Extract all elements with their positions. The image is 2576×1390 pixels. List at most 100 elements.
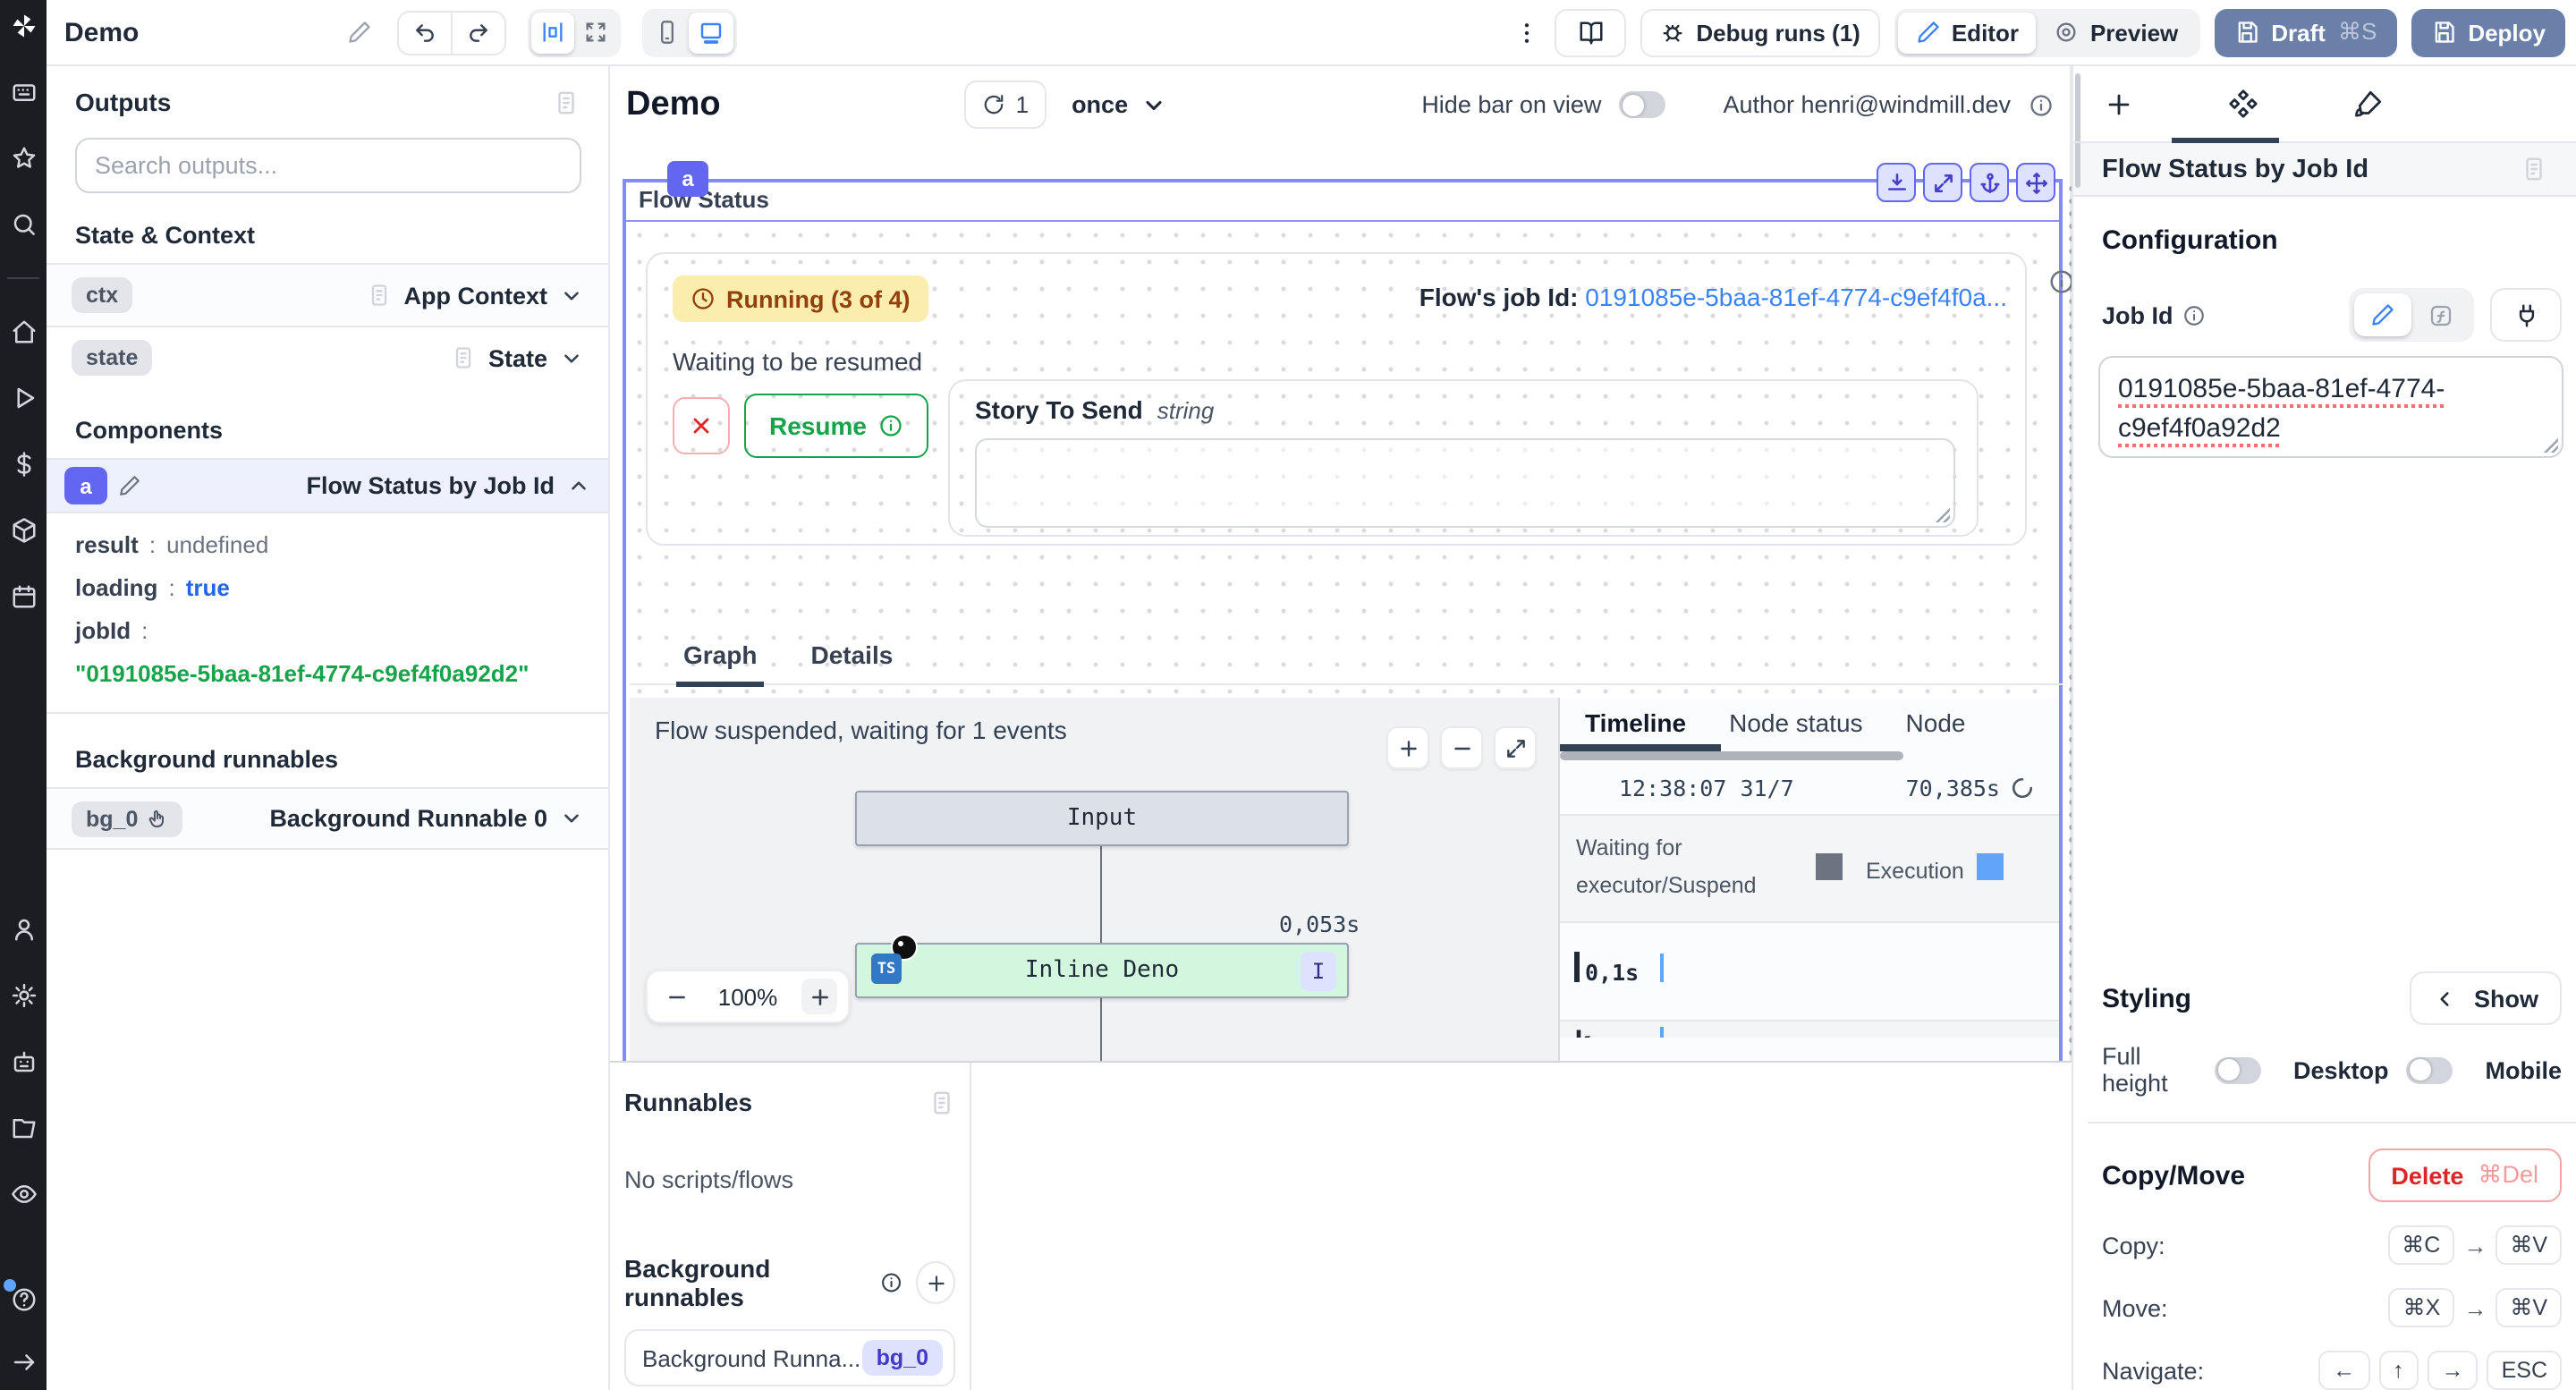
search-icon[interactable]: [10, 211, 37, 238]
zoom-minus-button[interactable]: [658, 979, 694, 1014]
user-icon[interactable]: [10, 916, 37, 943]
runs-play-icon[interactable]: [10, 385, 37, 411]
state-row[interactable]: state State: [47, 326, 608, 388]
schedule-dropdown[interactable]: once: [1072, 91, 1165, 118]
expand-layout-button[interactable]: [573, 12, 616, 53]
apps-icon[interactable]: [10, 79, 37, 106]
rename-pencil-icon[interactable]: [118, 474, 141, 497]
full-height-toggle[interactable]: [2215, 1056, 2261, 1083]
job-id-input[interactable]: 0191085e-5baa-81ef-4774- c9ef4f0a92d2: [2098, 356, 2563, 458]
tab-details[interactable]: Details: [807, 630, 896, 683]
styling-title: Styling: [2102, 983, 2191, 1013]
desktop-view-button[interactable]: [688, 12, 733, 53]
expand-component-icon[interactable]: [1923, 163, 1962, 202]
show-styling-button[interactable]: Show: [2410, 971, 2562, 1025]
panel-doc-icon[interactable]: [2521, 156, 2547, 182]
chevron-down-icon[interactable]: [560, 807, 583, 830]
zoom-in-button[interactable]: [1386, 726, 1429, 769]
component-settings-tab[interactable]: [2216, 88, 2270, 120]
resize-grip-icon[interactable]: [1936, 508, 1950, 522]
mobile-view-button[interactable]: [645, 12, 688, 53]
deploy-button[interactable]: Deploy: [2411, 8, 2565, 56]
tab-node-status[interactable]: Node status: [1729, 708, 1862, 750]
function-mode-icon[interactable]: [2411, 293, 2469, 336]
search-outputs-input[interactable]: [75, 138, 581, 193]
component-id-tag[interactable]: a: [667, 161, 708, 197]
flow-job-id-link[interactable]: 0191085e-5baa-81ef-4774-c9ef4f0a...: [1585, 283, 2007, 311]
workers-icon[interactable]: [10, 1048, 37, 1075]
cancel-button[interactable]: [673, 397, 730, 454]
audit-eye-icon[interactable]: [10, 1181, 37, 1208]
kbd-cmd-v: ⌘V: [2496, 1225, 2562, 1265]
redo-button[interactable]: [450, 12, 504, 53]
tab-node-definition[interactable]: Node: [1906, 708, 1966, 750]
docs-book-button[interactable]: [1555, 8, 1626, 56]
resume-button[interactable]: Resume: [744, 394, 929, 458]
story-textarea[interactable]: [975, 438, 1955, 528]
draft-button[interactable]: Draft ⌘S: [2214, 8, 2396, 56]
anchor-icon[interactable]: [1970, 163, 2009, 202]
folders-icon[interactable]: [10, 1115, 37, 1141]
preview-label: Preview: [2090, 19, 2178, 46]
chevron-down-icon[interactable]: [560, 284, 583, 307]
clock-icon: [691, 286, 716, 311]
help-icon[interactable]: [10, 1286, 37, 1313]
info-icon[interactable]: [879, 1270, 902, 1295]
add-background-runnable-button[interactable]: [917, 1261, 955, 1304]
preview-tab[interactable]: Preview: [2037, 12, 2196, 53]
chevron-down-icon[interactable]: [560, 346, 583, 369]
horizontal-scrollbar[interactable]: [1560, 751, 1903, 760]
ctx-doc-icon: [367, 283, 392, 308]
move-icon[interactable]: [2016, 163, 2055, 202]
undo-button[interactable]: [398, 12, 450, 53]
graph-node-input[interactable]: Input: [855, 791, 1349, 846]
windmill-logo[interactable]: [10, 13, 37, 39]
kbd-arrow-up: ↑: [2378, 1351, 2419, 1390]
resources-cube-icon[interactable]: [10, 517, 37, 544]
node-duration-label: 0,053s: [1279, 911, 1360, 937]
hide-bar-toggle[interactable]: [1619, 91, 1665, 118]
home-icon[interactable]: [10, 318, 37, 345]
styling-tab[interactable]: [2342, 88, 2395, 120]
edit-title-pencil-icon[interactable]: [346, 20, 371, 45]
zoom-out-button[interactable]: [1440, 726, 1483, 769]
panel-doc-icon[interactable]: [553, 89, 580, 115]
settings-panel: Flow Status by Job Id Configuration Job …: [2072, 66, 2576, 1390]
pull-down-icon[interactable]: [1877, 163, 1916, 202]
tab-graph[interactable]: Graph: [680, 630, 760, 683]
refresh-count-box[interactable]: 1: [964, 81, 1046, 129]
ctx-row[interactable]: ctx App Context: [47, 263, 608, 326]
editor-tab[interactable]: Editor: [1898, 12, 2037, 53]
configuration-title: Configuration: [2102, 225, 2547, 256]
resize-grip-icon[interactable]: [2544, 438, 2558, 453]
star-icon[interactable]: [10, 145, 37, 172]
background-runnable-item[interactable]: Background Runna... bg_0: [624, 1329, 955, 1386]
graph-node-inline-deno[interactable]: TS Inline Deno I: [855, 943, 1349, 998]
center-layout-button[interactable]: [530, 12, 573, 53]
bg0-row[interactable]: bg_0 Background Runnable 0: [47, 787, 608, 850]
chevron-up-icon[interactable]: [567, 474, 590, 497]
collapse-arrow-icon[interactable]: [10, 1349, 37, 1376]
top-toolbar: Demo Debug runs (1): [47, 0, 2576, 66]
app-window: Demo Debug runs (1): [0, 0, 2576, 1390]
info-icon[interactable]: [2029, 92, 2054, 117]
desktop-toggle[interactable]: [2407, 1056, 2453, 1083]
variables-dollar-icon[interactable]: [10, 451, 37, 478]
info-icon[interactable]: [2182, 303, 2206, 326]
schedules-calendar-icon[interactable]: [10, 583, 37, 610]
delete-button[interactable]: Delete ⌘Del: [2368, 1148, 2562, 1202]
debug-runs-button[interactable]: Debug runs (1): [1640, 8, 1879, 56]
zoom-plus-button[interactable]: [801, 979, 837, 1014]
component-output-values: result:undefined loading:true jobId: "01…: [47, 513, 608, 714]
partial-row-label: k: [1574, 1025, 1591, 1038]
panel-doc-icon[interactable]: [928, 1089, 955, 1115]
component-row-a[interactable]: a Flow Status by Job Id: [47, 458, 608, 513]
insert-component-tab[interactable]: [2091, 89, 2145, 119]
state-badge: state: [72, 340, 152, 376]
fit-view-button[interactable]: [1494, 726, 1537, 769]
settings-gear-icon[interactable]: [10, 982, 37, 1009]
kebab-menu-icon[interactable]: [1513, 19, 1540, 46]
components-diamonds-icon: [2227, 88, 2259, 120]
connect-plug-icon[interactable]: [2490, 288, 2562, 342]
static-mode-pencil-icon[interactable]: [2354, 293, 2411, 336]
